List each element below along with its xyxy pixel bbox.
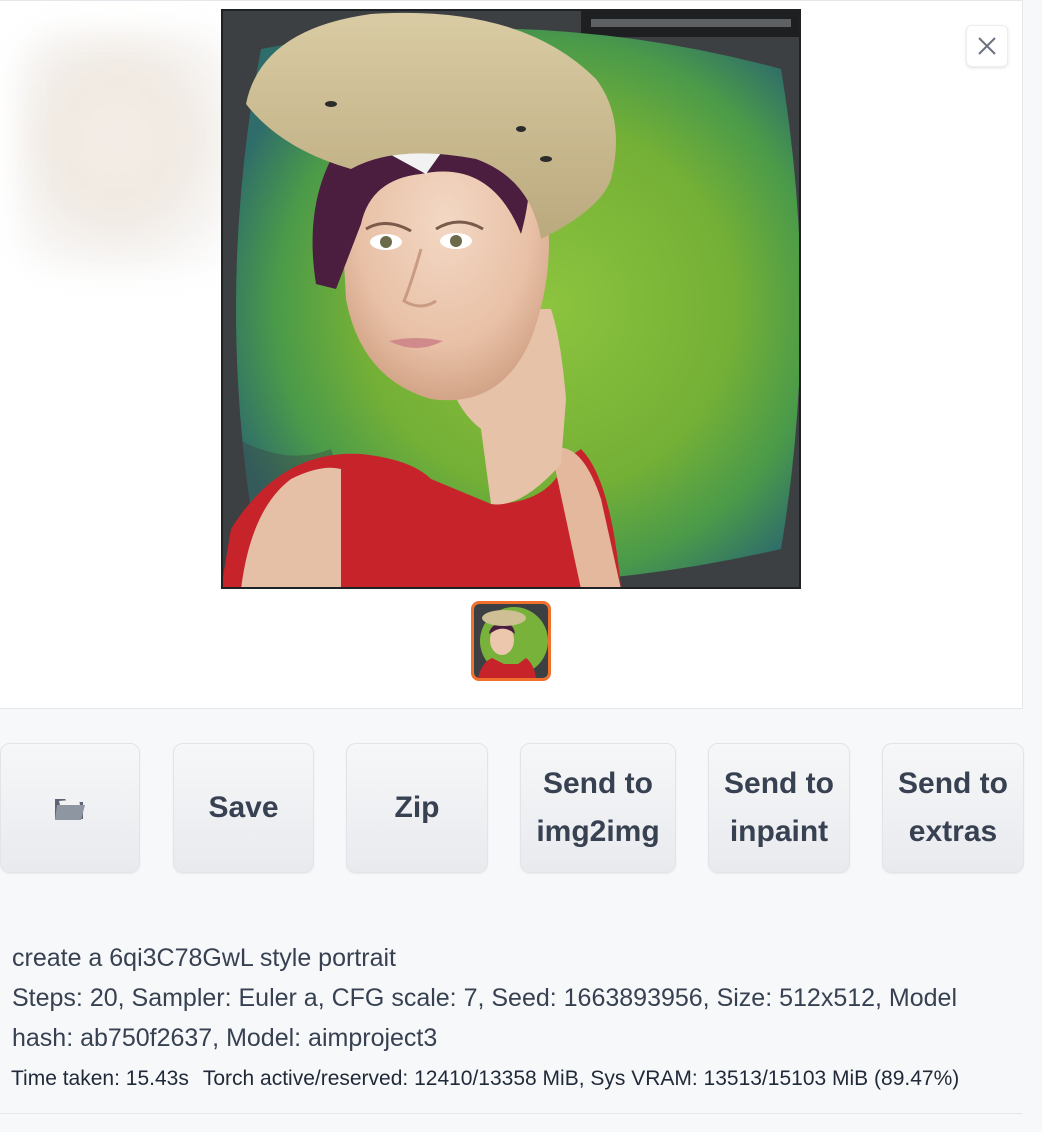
save-button[interactable]: Save (173, 743, 314, 873)
generation-params: Steps: 20, Sampler: Euler a, CFG scale: … (12, 984, 958, 1052)
save-button-label: Save (208, 791, 279, 824)
send-to-inpaint-label-line1: Send to (724, 767, 834, 800)
close-icon (978, 37, 996, 55)
image-gallery (0, 0, 1023, 709)
divider (0, 1113, 1022, 1114)
generation-prompt: create a 6qi3C78GwL style portrait (12, 944, 396, 972)
send-to-img2img-label-line1: Send to (542, 767, 653, 800)
generated-image[interactable] (221, 9, 801, 589)
send-to-extras-label-line1: Send to (898, 767, 1008, 800)
vram-usage: Torch active/reserved: 12410/13358 MiB, … (202, 1067, 960, 1090)
send-to-inpaint-button[interactable]: Send to inpaint (708, 743, 850, 873)
gallery-thumbnail[interactable] (471, 601, 551, 681)
blurred-preview-background (18, 31, 238, 271)
zip-button[interactable]: Zip (346, 743, 488, 873)
performance-stats: Time taken: 15.43s Torch active/reserved:… (11, 1066, 973, 1092)
send-to-extras-button[interactable]: Send to extras (882, 743, 1024, 873)
send-to-img2img-button[interactable]: Send to img2img (520, 743, 676, 873)
time-taken: Time taken: 15.43s (11, 1067, 189, 1090)
open-folder-button[interactable] (0, 743, 140, 873)
send-to-extras-label-line2: extras (908, 815, 998, 848)
folder-icon (55, 799, 85, 820)
close-button[interactable] (966, 25, 1008, 67)
send-to-img2img-label-line2: img2img (536, 815, 660, 848)
send-to-inpaint-label-line2: inpaint (729, 815, 829, 848)
generation-info: create a 6qi3C78GwL style portrait Steps… (12, 938, 1022, 1058)
zip-button-label: Zip (394, 791, 440, 824)
